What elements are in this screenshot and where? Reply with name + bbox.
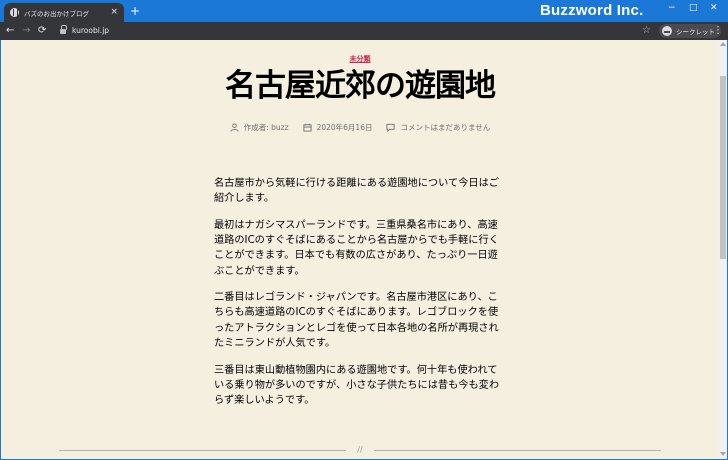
scroll-up-icon[interactable] [720, 42, 726, 46]
paragraph: 二番目はレゴランド・ジャパンです。名古屋市港区にあり、こちらも高速道路のICのす… [214, 292, 499, 349]
comment-icon [386, 123, 396, 132]
meta-comments: コメントはまだありません [386, 122, 490, 133]
brand-watermark: Buzzword Inc. [540, 2, 644, 19]
reload-button[interactable]: ⟳ [38, 24, 46, 38]
new-tab-button[interactable]: + [130, 5, 140, 17]
tab-close-icon[interactable]: × [110, 8, 118, 17]
paragraph: 最初はナガシマスパーランドです。三重県桑名市にあり、高速道路のICのすぐそばにあ… [214, 219, 499, 277]
meta-date: 2020年6月16日 [303, 122, 373, 133]
incognito-icon [662, 26, 672, 36]
bookmark-star-icon[interactable]: ☆ [642, 24, 651, 38]
lock-icon [60, 25, 67, 34]
page-scrollbar[interactable] [719, 40, 727, 459]
forward-button[interactable]: → [22, 24, 30, 38]
globe-icon [10, 8, 19, 17]
scroll-down-icon[interactable] [720, 452, 726, 456]
separator-mark: // [346, 444, 374, 456]
browser-toolbar: ← → ⟳ kuroobi.jp ☆ シークレット ⋮ [0, 22, 728, 40]
browser-tab[interactable]: バズのお出かけブログ × [4, 3, 124, 22]
scrollbar-thumb[interactable] [720, 76, 726, 259]
close-window-button[interactable]: ✕ [710, 2, 718, 14]
post-meta: 作成者: buzz 2020年6月16日 コメントはまだありません [1, 122, 719, 133]
window-titlebar: バズのお出かけブログ × + Buzzword Inc. − □ ✕ [0, 0, 728, 22]
browser-menu-icon[interactable]: ⋮ [713, 24, 723, 38]
comments-link[interactable]: コメントはまだありません [400, 122, 490, 133]
meta-author: 作成者: buzz [230, 122, 289, 133]
minimize-button[interactable]: − [668, 2, 676, 14]
calendar-icon [303, 123, 312, 132]
tab-title: バズのお出かけブログ [24, 9, 89, 18]
post-title: 名古屋近郊の遊園地 [225, 68, 496, 104]
author-link[interactable]: 作成者: buzz [244, 122, 289, 133]
paragraph: 名古屋市から気軽に行ける距離にある遊園地について今日はご紹介します。 [214, 178, 499, 205]
address-bar[interactable]: kuroobi.jp [72, 25, 109, 37]
incognito-label: シークレット [676, 28, 715, 36]
maximize-button[interactable]: □ [689, 2, 698, 14]
post-category: 未分類 [1, 46, 719, 65]
category-link[interactable]: 未分類 [350, 55, 371, 63]
incognito-badge[interactable]: シークレット [659, 24, 721, 38]
back-button[interactable]: ← [6, 24, 14, 38]
date-link[interactable]: 2020年6月16日 [317, 122, 373, 133]
post-content: 名古屋市から気軽に行ける距離にある遊園地について今日はご紹介します。 最初はナガ… [214, 176, 504, 420]
page-viewport: 未分類 名古屋近郊の遊園地 作成者: buzz 2020年6月16日 コメントは… [1, 40, 719, 459]
user-icon [230, 123, 239, 132]
paragraph: 三番目は東山動植物園内にある遊園地です。何十年も使われている乗り物が多いのですが… [214, 364, 500, 406]
